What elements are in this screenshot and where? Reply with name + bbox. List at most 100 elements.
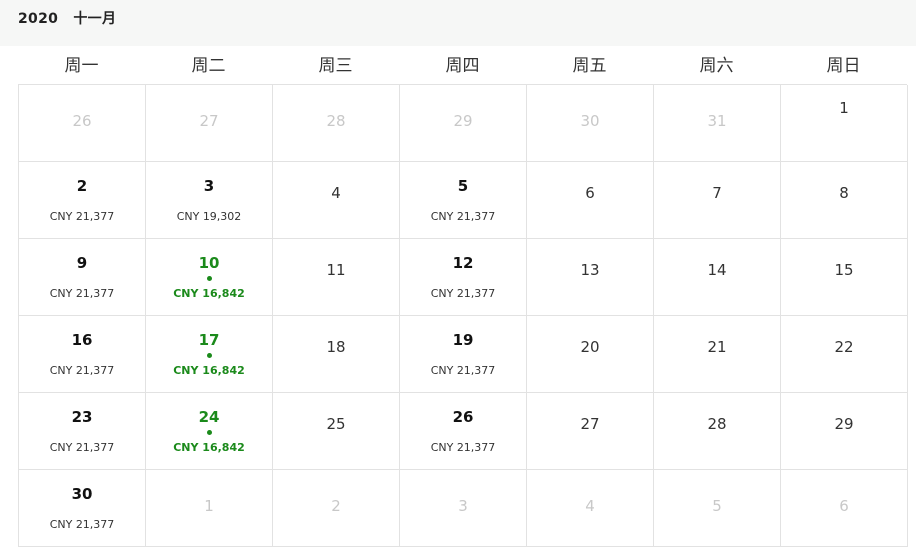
day-cell: 1 bbox=[146, 470, 273, 547]
day-number: 6 bbox=[585, 184, 595, 202]
day-cell: 31 bbox=[654, 85, 781, 162]
month-label: 十一月 bbox=[73, 11, 117, 27]
day-number: 8 bbox=[839, 184, 849, 202]
day-price: CNY 21,377 bbox=[49, 287, 115, 300]
day-number: 1 bbox=[839, 99, 849, 117]
day-number: 28 bbox=[326, 112, 346, 130]
day-number: 17 bbox=[198, 331, 220, 349]
day-cell[interactable]: 16 CNY 21,377 bbox=[19, 316, 146, 393]
day-cell: 2 bbox=[273, 470, 400, 547]
day-cell: 30 bbox=[527, 85, 654, 162]
day-number: 5 bbox=[457, 177, 469, 195]
day-number: 27 bbox=[580, 415, 600, 433]
day-number: 24 bbox=[198, 408, 220, 426]
weekday-thu: 周四 bbox=[445, 56, 480, 76]
day-number: 20 bbox=[580, 338, 600, 356]
day-cell[interactable]: 24 CNY 16,842 bbox=[146, 393, 273, 470]
day-price: CNY 21,377 bbox=[430, 441, 496, 454]
day-number: 6 bbox=[839, 497, 849, 515]
day-cell[interactable]: 17 CNY 16,842 bbox=[146, 316, 273, 393]
day-grid: 26 27 28 29 30 31 1 2 CNY 21,377 3 CNY 19,302 4 5 CNY… bbox=[18, 84, 908, 547]
day-number: 28 bbox=[707, 415, 727, 433]
day-cell[interactable]: 30 CNY 21,377 bbox=[19, 470, 146, 547]
day-number: 13 bbox=[580, 261, 600, 279]
day-number: 21 bbox=[707, 338, 727, 356]
day-number: 29 bbox=[453, 112, 473, 130]
day-cell[interactable]: 13 bbox=[527, 239, 654, 316]
day-cell[interactable]: 1 bbox=[781, 85, 908, 162]
day-number: 18 bbox=[326, 338, 346, 356]
weekday-sat: 周六 bbox=[699, 56, 734, 76]
day-number: 2 bbox=[76, 177, 88, 195]
day-cell: 5 bbox=[654, 470, 781, 547]
lowest-price-dot-icon bbox=[206, 430, 212, 435]
day-price: CNY 16,842 bbox=[173, 364, 245, 377]
day-number: 12 bbox=[452, 254, 474, 272]
weekday-sun: 周日 bbox=[826, 56, 861, 76]
day-cell: 3 bbox=[400, 470, 527, 547]
weekday-wed: 周三 bbox=[318, 56, 353, 76]
day-number: 1 bbox=[204, 497, 214, 515]
weekday-fri: 周五 bbox=[572, 56, 607, 76]
day-cell[interactable]: 14 bbox=[654, 239, 781, 316]
day-price: CNY 21,377 bbox=[49, 518, 115, 531]
day-cell[interactable]: 8 bbox=[781, 162, 908, 239]
day-price: CNY 21,377 bbox=[430, 287, 496, 300]
day-cell[interactable]: 11 bbox=[273, 239, 400, 316]
day-number: 9 bbox=[76, 254, 88, 272]
day-number: 22 bbox=[834, 338, 854, 356]
day-price: CNY 16,842 bbox=[173, 287, 245, 300]
day-number: 10 bbox=[198, 254, 220, 272]
day-cell: 26 bbox=[19, 85, 146, 162]
day-cell[interactable]: 28 bbox=[654, 393, 781, 470]
day-price: CNY 21,377 bbox=[49, 364, 115, 377]
day-number: 5 bbox=[712, 497, 722, 515]
day-number: 15 bbox=[834, 261, 854, 279]
month-header: 2020 十一月 bbox=[0, 0, 916, 46]
day-cell[interactable]: 2 CNY 21,377 bbox=[19, 162, 146, 239]
day-number: 3 bbox=[203, 177, 215, 195]
day-number: 2 bbox=[331, 497, 341, 515]
day-number: 27 bbox=[199, 112, 219, 130]
weekday-tue: 周二 bbox=[191, 56, 226, 76]
day-number: 29 bbox=[834, 415, 854, 433]
day-price: CNY 19,302 bbox=[176, 210, 242, 223]
calendar: 周一 周二 周三 周四 周五 周六 周日 26 27 28 29 30 31 1 2 CNY 2… bbox=[18, 46, 908, 547]
day-cell[interactable]: 26 CNY 21,377 bbox=[400, 393, 527, 470]
day-cell: 29 bbox=[400, 85, 527, 162]
day-cell[interactable]: 12 CNY 21,377 bbox=[400, 239, 527, 316]
day-cell[interactable]: 25 bbox=[273, 393, 400, 470]
day-cell[interactable]: 4 bbox=[273, 162, 400, 239]
day-cell[interactable]: 9 CNY 21,377 bbox=[19, 239, 146, 316]
day-number: 11 bbox=[326, 261, 346, 279]
day-number: 25 bbox=[326, 415, 346, 433]
day-price: CNY 21,377 bbox=[49, 441, 115, 454]
lowest-price-dot-icon bbox=[206, 276, 212, 281]
day-cell[interactable]: 20 bbox=[527, 316, 654, 393]
day-cell: 6 bbox=[781, 470, 908, 547]
day-number: 30 bbox=[580, 112, 600, 130]
day-price: CNY 21,377 bbox=[49, 210, 115, 223]
day-number: 7 bbox=[712, 184, 722, 202]
day-cell[interactable]: 5 CNY 21,377 bbox=[400, 162, 527, 239]
day-cell[interactable]: 22 bbox=[781, 316, 908, 393]
day-cell[interactable]: 23 CNY 21,377 bbox=[19, 393, 146, 470]
day-cell[interactable]: 10 CNY 16,842 bbox=[146, 239, 273, 316]
day-cell[interactable]: 7 bbox=[654, 162, 781, 239]
day-price: CNY 21,377 bbox=[430, 210, 496, 223]
year-label: 2020 bbox=[18, 11, 59, 27]
weekday-mon: 周一 bbox=[64, 56, 99, 76]
day-cell[interactable]: 27 bbox=[527, 393, 654, 470]
day-cell[interactable]: 15 bbox=[781, 239, 908, 316]
day-cell[interactable]: 6 bbox=[527, 162, 654, 239]
day-cell[interactable]: 3 CNY 19,302 bbox=[146, 162, 273, 239]
day-number: 26 bbox=[72, 112, 92, 130]
day-number: 31 bbox=[707, 112, 727, 130]
day-number: 4 bbox=[585, 497, 595, 515]
day-price: CNY 21,377 bbox=[430, 364, 496, 377]
day-cell[interactable]: 18 bbox=[273, 316, 400, 393]
day-cell[interactable]: 21 bbox=[654, 316, 781, 393]
day-price: CNY 16,842 bbox=[173, 441, 245, 454]
day-cell[interactable]: 19 CNY 21,377 bbox=[400, 316, 527, 393]
day-cell[interactable]: 29 bbox=[781, 393, 908, 470]
